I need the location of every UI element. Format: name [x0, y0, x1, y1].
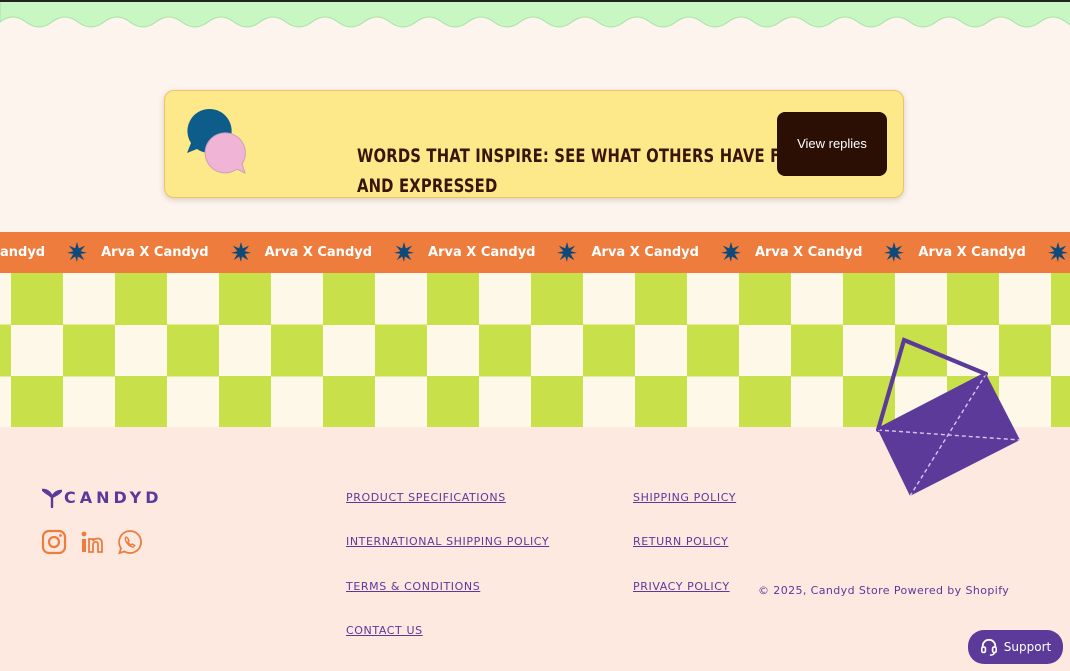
link-shipping-policy[interactable]: SHIPPING POLICY — [633, 491, 736, 504]
view-replies-button[interactable]: View replies — [777, 112, 887, 176]
checker-square — [427, 376, 479, 427]
marquee-track: andyd Arva X Candyd Arva X Candyd Arva X C… — [0, 232, 1070, 273]
candyd-logo[interactable]: CANDYD — [42, 487, 172, 509]
marquee-item: Arva X Candyd — [209, 241, 373, 264]
speech-bubbles-icon — [187, 108, 246, 174]
social-links — [41, 529, 143, 555]
checker-square — [167, 324, 219, 377]
instagram-icon[interactable] — [41, 529, 67, 555]
marquee-item: Arva X — [1026, 241, 1070, 264]
checker-square — [531, 376, 583, 427]
checker-square — [323, 376, 375, 427]
marquee-text: Arva X Candyd — [754, 245, 863, 260]
support-label: Support — [1003, 640, 1052, 654]
checker-square — [635, 273, 687, 325]
checker-square — [583, 324, 635, 377]
marquee-text: Arva X Candyd — [428, 245, 536, 260]
copyright-text: © 2025, Candyd Store Powered by Shopify — [758, 584, 1010, 597]
checker-square — [219, 273, 271, 325]
link-return-policy[interactable]: RETURN POLICY — [633, 535, 728, 548]
link-product-specifications[interactable]: PRODUCT SPECIFICATIONS — [346, 491, 506, 504]
checker-square — [0, 324, 11, 377]
marquee-fragment: andyd — [0, 245, 45, 260]
checker-square — [63, 324, 115, 377]
star-burst-icon — [394, 241, 416, 264]
checker-square — [479, 324, 531, 377]
whatsapp-icon[interactable] — [117, 529, 143, 555]
star-burst-icon — [1047, 241, 1070, 264]
checker-square — [323, 273, 375, 325]
marquee-text: Arva X Candyd — [591, 245, 699, 260]
checker-square — [375, 324, 427, 377]
marquee-item: Arva X Candyd — [535, 241, 699, 264]
marquee-item: Arva X Candyd — [699, 241, 863, 264]
checker-square — [531, 273, 583, 325]
checker-square — [1051, 273, 1070, 325]
testimonials-cta-card: Words that inspire: see what others have… — [164, 90, 904, 198]
cta-heading-wrap: Words that inspire: see what others have… — [261, 115, 808, 197]
checker-square — [1051, 376, 1070, 427]
headset-icon — [980, 638, 997, 656]
checker-square — [791, 324, 843, 377]
marquee-item: Arva X Candyd — [862, 241, 1026, 264]
checker-square — [219, 376, 271, 427]
checker-square — [739, 273, 791, 325]
logo-wordmark: CANDYD — [64, 488, 163, 507]
checker-square — [115, 376, 167, 427]
star-burst-icon — [720, 241, 743, 264]
link-privacy-policy[interactable]: PRIVACY POLICY — [633, 580, 730, 593]
marquee-item: Arva X Candyd — [372, 241, 536, 264]
marquee-text: Arva X Candyd — [101, 245, 209, 260]
marquee-text: Arva X Candyd — [918, 245, 1026, 260]
link-contact-us[interactable]: CONTACT US — [346, 624, 423, 637]
support-button[interactable]: Support — [968, 630, 1063, 664]
linkedin-icon[interactable] — [79, 529, 105, 555]
link-terms-conditions[interactable]: TERMS & CONDITIONS — [346, 580, 480, 593]
sprout-logo-icon — [42, 488, 62, 509]
checker-square — [11, 376, 63, 427]
checker-square — [739, 376, 791, 427]
star-burst-icon — [884, 241, 906, 264]
envelope-illustration — [876, 337, 1021, 497]
brand-marquee: andyd Arva X Candyd Arva X Candyd Arva X C… — [0, 232, 1070, 273]
cta-heading: Words that inspire: see what others have… — [357, 145, 809, 197]
marquee-text: Arva X Candyd — [264, 245, 373, 260]
checker-square — [427, 273, 479, 325]
checker-square — [947, 273, 999, 325]
checker-square — [115, 273, 167, 325]
checker-square — [687, 324, 739, 377]
star-burst-icon — [67, 241, 89, 264]
checker-square — [271, 324, 323, 377]
star-burst-icon — [557, 241, 579, 264]
star-burst-icon — [230, 241, 253, 264]
top-wave-border — [0, 0, 1070, 34]
checker-square — [11, 273, 63, 325]
checker-square — [635, 376, 687, 427]
marquee-leading-text: andyd — [0, 245, 46, 260]
marquee-item: Arva X Candyd — [45, 241, 209, 264]
checker-square — [843, 273, 895, 325]
link-international-shipping-policy[interactable]: INTERNATIONAL SHIPPING POLICY — [346, 535, 549, 548]
